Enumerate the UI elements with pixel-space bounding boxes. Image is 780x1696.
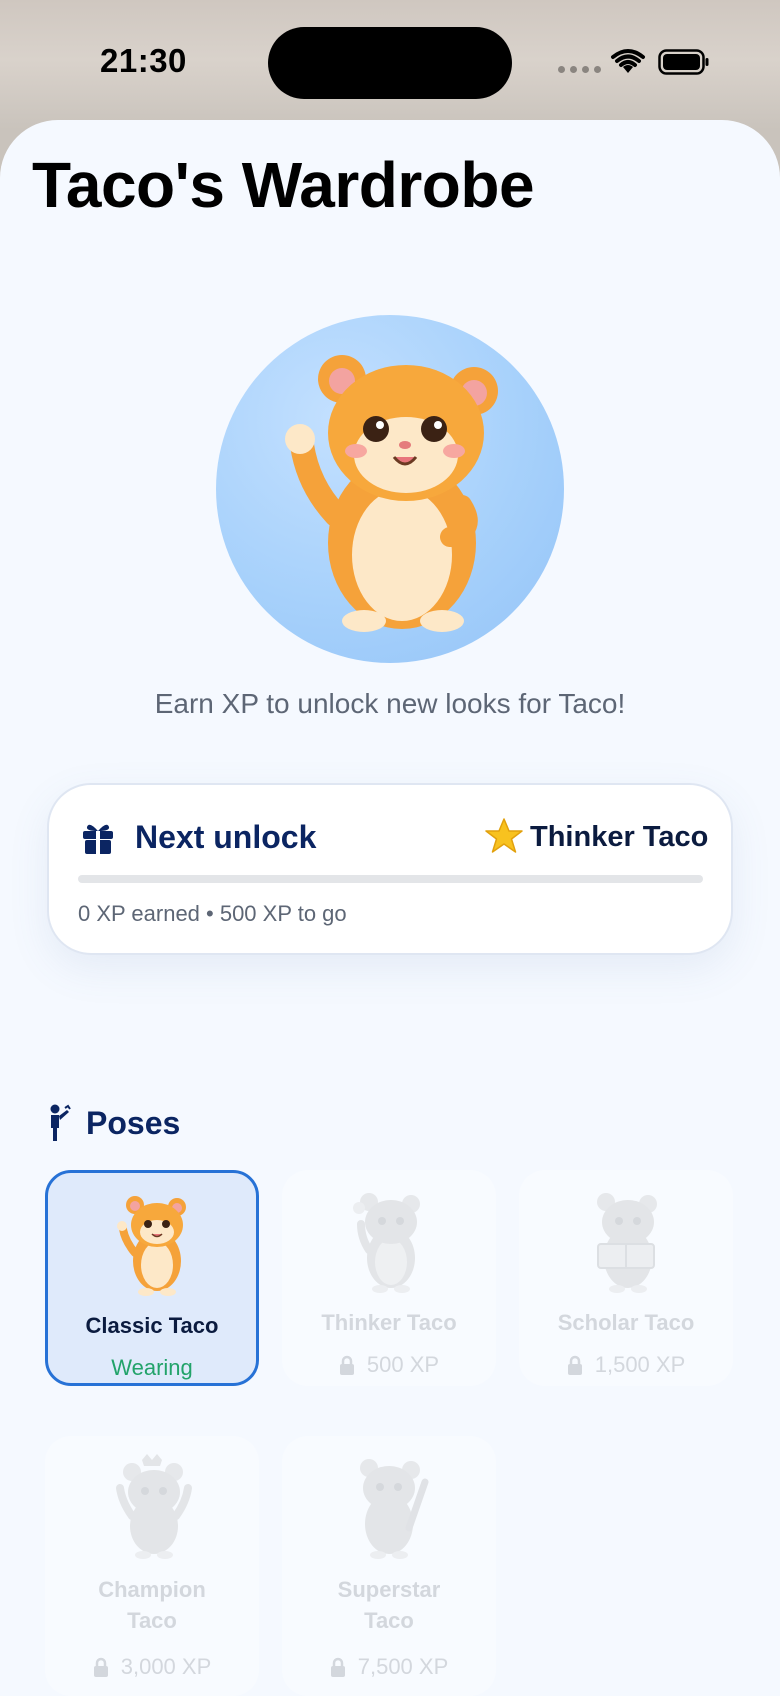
pose-xp-cost: 7,500 XP	[357, 1654, 449, 1679]
lock-icon	[93, 1657, 108, 1677]
pose-lock-row: 3,000 XP	[45, 1654, 259, 1683]
poses-section-header: Poses	[48, 1104, 180, 1142]
hamster-star-icon	[360, 1459, 429, 1559]
pose-card-superstar[interactable]: Superstar Taco 7,500 XP	[282, 1436, 496, 1696]
page-title: Taco's Wardrobe	[32, 149, 535, 221]
pose-card-thinker[interactable]: Thinker Taco 500 XP	[282, 1170, 496, 1386]
lock-icon	[567, 1355, 582, 1375]
figure-pose-icon	[50, 1104, 71, 1141]
hamster-reading-icon	[597, 1193, 657, 1293]
taco-avatar	[216, 315, 564, 663]
next-unlock-card: Next unlock Thinker Taco 0 XP earned • 5…	[47, 783, 733, 955]
star-icon	[485, 818, 523, 853]
battery-icon	[658, 49, 709, 75]
pose-xp-cost: 500 XP	[366, 1352, 440, 1377]
pose-card-classic[interactable]: Classic Taco Wearing	[45, 1170, 259, 1386]
status-bar: 21:30	[0, 0, 780, 120]
next-unlock-target: Thinker Taco	[530, 821, 709, 853]
pose-name: Thinker Taco	[321, 1310, 457, 1335]
lock-icon	[339, 1355, 354, 1375]
subtitle: Earn XP to unlock new looks for Taco!	[154, 688, 626, 719]
unlock-progress-bar	[78, 875, 703, 883]
pose-lock-row: 7,500 XP	[282, 1654, 496, 1683]
gift-icon	[83, 824, 113, 854]
wifi-icon	[611, 49, 645, 73]
pose-name: Scholar Taco	[557, 1310, 695, 1335]
pose-xp-cost: 1,500 XP	[594, 1352, 686, 1377]
hamster-waving-icon	[285, 355, 498, 632]
next-unlock-status: 0 XP earned • 500 XP to go	[78, 901, 347, 926]
lock-icon	[330, 1657, 345, 1677]
status-time: 21:30	[100, 42, 187, 79]
poses-section-title: Poses	[86, 1104, 181, 1141]
pose-lock-row: 500 XP	[282, 1352, 496, 1381]
pose-card-scholar[interactable]: Scholar Taco 1,500 XP	[519, 1170, 733, 1386]
pose-name: Classic Taco	[85, 1313, 219, 1338]
hamster-crown-icon	[116, 1454, 192, 1559]
cellular-signal-icon	[558, 66, 601, 73]
hamster-waving-icon	[117, 1196, 186, 1296]
dynamic-island	[268, 27, 512, 99]
pose-name: Superstar Taco	[337, 1577, 441, 1633]
pose-status-wearing: Wearing	[111, 1355, 193, 1380]
pose-xp-cost: 3,000 XP	[120, 1654, 212, 1679]
pose-lock-row: 1,500 XP	[519, 1352, 733, 1381]
pose-name: Champion Taco	[98, 1577, 206, 1633]
hamster-thinking-icon	[353, 1193, 420, 1293]
pose-card-champion[interactable]: Champion Taco 3,000 XP	[45, 1436, 259, 1696]
next-unlock-title: Next unlock	[135, 819, 317, 855]
